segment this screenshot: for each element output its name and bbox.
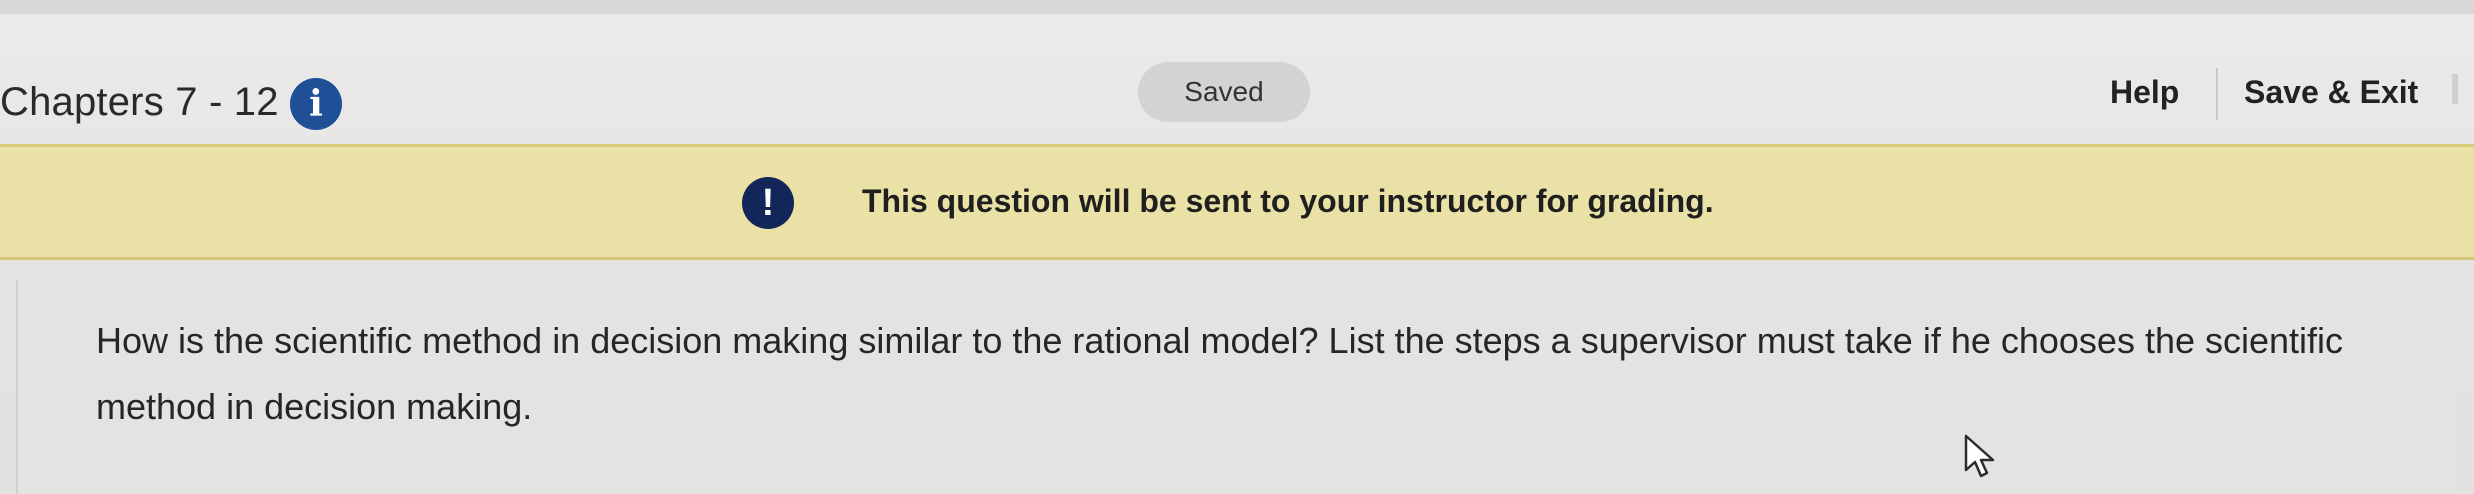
edge-mark xyxy=(2452,74,2458,104)
mouse-pointer-icon xyxy=(1964,434,1995,478)
info-icon[interactable]: i xyxy=(290,78,342,130)
question-card: How is the scientific method in decision… xyxy=(16,280,2458,494)
grading-notice-banner: ! This question will be sent to your ins… xyxy=(0,144,2474,260)
save-exit-button[interactable]: Save & Exit xyxy=(2244,74,2418,111)
header-bar: Chapters 7 - 12 i Saved Help Save & Exit xyxy=(0,14,2474,142)
top-edge xyxy=(0,0,2474,14)
help-link[interactable]: Help xyxy=(2110,74,2179,111)
saved-status-badge: Saved xyxy=(1138,62,1310,122)
page-title: Chapters 7 - 12 xyxy=(0,80,279,124)
header-divider xyxy=(2216,68,2218,120)
question-prompt: How is the scientific method in decision… xyxy=(96,320,2344,427)
assignment-page: Chapters 7 - 12 i Saved Help Save & Exit… xyxy=(0,0,2474,494)
alert-icon: ! xyxy=(742,177,794,229)
grading-notice-text: This question will be sent to your instr… xyxy=(862,183,1714,219)
